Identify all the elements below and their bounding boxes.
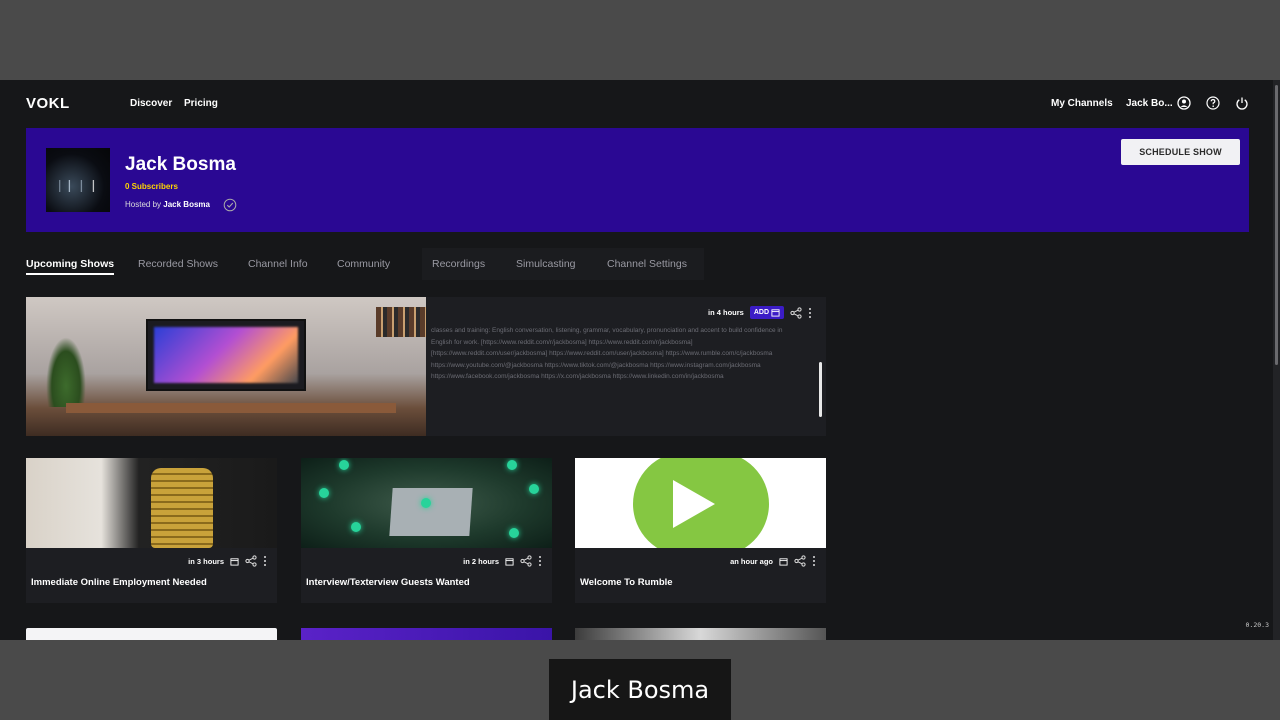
featured-show-description: classes and training: English conversati… <box>431 327 783 380</box>
tab-community[interactable]: Community <box>337 258 390 270</box>
show-time: in 3 hours <box>188 556 224 566</box>
featured-show-time: in 4 hours <box>708 308 744 317</box>
show-card-peek[interactable] <box>26 628 277 640</box>
description-scrollbar[interactable] <box>819 362 822 417</box>
show-card-peek[interactable] <box>575 628 826 640</box>
more-options-icon[interactable] <box>808 307 812 319</box>
show-card[interactable]: in 3 hours Immediate Online Employment N… <box>26 458 277 603</box>
show-card[interactable]: in 2 hours Interview/Texterview Guests W… <box>301 458 552 603</box>
channel-title: Jack Bosma <box>125 154 236 175</box>
hosted-by-label: Hosted by <box>125 200 162 209</box>
share-icon[interactable] <box>520 555 532 567</box>
tab-recordings[interactable]: Recordings <box>432 258 485 270</box>
play-icon <box>673 480 715 528</box>
tab-recorded-shows[interactable]: Recorded Shows <box>138 258 218 270</box>
tab-channel-info[interactable]: Channel Info <box>248 258 308 270</box>
calendar-icon[interactable] <box>505 557 514 566</box>
share-icon[interactable] <box>794 555 806 567</box>
featured-show-thumbnail[interactable] <box>26 297 426 436</box>
add-label: ADD <box>753 309 770 316</box>
schedule-show-button[interactable]: SCHEDULE SHOW <box>1121 139 1240 165</box>
calendar-icon[interactable] <box>230 557 239 566</box>
channel-banner: Jack Bosma 0 Subscribers Hosted by Jack … <box>26 128 1249 232</box>
app-version: 0.20.3 <box>1245 621 1269 629</box>
share-icon[interactable] <box>790 306 802 319</box>
share-icon[interactable] <box>245 555 257 567</box>
more-options-icon[interactable] <box>538 555 542 567</box>
app-window: VOKL Discover Pricing My Channels Jack B… <box>0 80 1280 640</box>
show-time: an hour ago <box>730 556 773 566</box>
video-caption: Jack Bosma <box>549 659 731 720</box>
hosted-by: Hosted by Jack Bosma <box>125 200 210 209</box>
show-meta: in 3 hours <box>188 555 267 567</box>
my-channels-link[interactable]: My Channels <box>1051 98 1113 109</box>
calendar-icon <box>771 309 780 317</box>
show-thumbnail[interactable] <box>575 458 826 548</box>
more-options-icon[interactable] <box>812 555 816 567</box>
account-icon[interactable] <box>1177 96 1191 110</box>
vokl-logo[interactable]: VOKL <box>26 95 70 112</box>
channel-avatar <box>46 148 110 212</box>
featured-show-meta: in 4 hours ADD <box>708 306 812 319</box>
show-title[interactable]: Interview/Texterview Guests Wanted <box>306 577 470 588</box>
show-title[interactable]: Immediate Online Employment Needed <box>31 577 207 588</box>
show-thumbnail[interactable] <box>26 458 277 548</box>
more-options-icon[interactable] <box>263 555 267 567</box>
show-thumbnail[interactable] <box>301 458 552 548</box>
user-menu-name[interactable]: Jack Bo... <box>1126 98 1173 109</box>
help-icon[interactable] <box>1206 96 1220 110</box>
subscriber-count: 0 Subscribers <box>125 182 178 191</box>
host-name[interactable]: Jack Bosma <box>163 200 210 209</box>
nav-discover[interactable]: Discover <box>130 98 172 109</box>
tab-channel-settings[interactable]: Channel Settings <box>607 258 687 270</box>
show-time: in 2 hours <box>463 556 499 566</box>
calendar-icon[interactable] <box>779 557 788 566</box>
featured-show-card[interactable]: in 4 hours ADD classes and training: Eng… <box>26 297 826 436</box>
tab-upcoming-shows[interactable]: Upcoming Shows <box>26 258 115 275</box>
show-card-peek[interactable] <box>301 628 552 640</box>
power-icon[interactable] <box>1235 96 1249 110</box>
show-meta: an hour ago <box>730 555 816 567</box>
show-title[interactable]: Welcome To Rumble <box>580 577 673 588</box>
top-navbar: VOKL Discover Pricing My Channels Jack B… <box>0 80 1280 126</box>
scrollbar-thumb[interactable] <box>1275 85 1278 365</box>
add-to-calendar-button[interactable]: ADD <box>749 306 785 319</box>
verified-check-icon <box>223 198 237 212</box>
show-meta: in 2 hours <box>463 555 542 567</box>
tab-simulcasting[interactable]: Simulcasting <box>516 258 576 270</box>
show-card[interactable]: an hour ago Welcome To Rumble <box>575 458 826 603</box>
nav-pricing[interactable]: Pricing <box>184 98 218 109</box>
page-scrollbar[interactable] <box>1273 80 1280 640</box>
